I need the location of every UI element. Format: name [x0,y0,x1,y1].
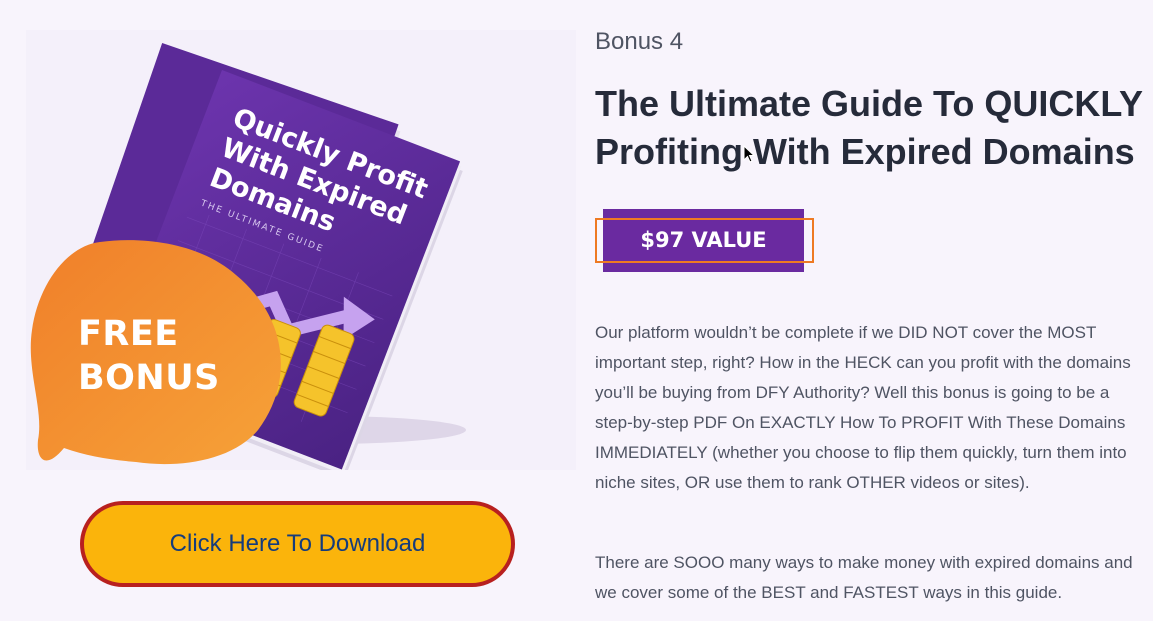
description-paragraph-2: There are SOOO many ways to make money w… [595,553,1133,602]
ebook-cover-image: Quickly Profit With Expired Domains THE … [26,30,576,470]
description-paragraph-1: Our platform wouldn’t be complete if we … [595,323,1131,492]
bonus-title: The Ultimate Guide To QUICKLY Profiting … [595,83,1143,172]
free-bonus-badge-line-2: BONUS [78,358,220,398]
download-button[interactable]: Click Here To Download [80,501,515,587]
promo-column: Quickly Profit With Expired Domains THE … [0,0,580,621]
free-bonus-badge-line-1: FREE [78,314,179,354]
bonus-number-label: Bonus 4 [595,28,684,55]
free-bonus-badge: FREE BONUS [78,312,220,400]
mouse-pointer-icon [743,145,755,163]
value-badge-text: $97 VALUE [640,228,767,252]
